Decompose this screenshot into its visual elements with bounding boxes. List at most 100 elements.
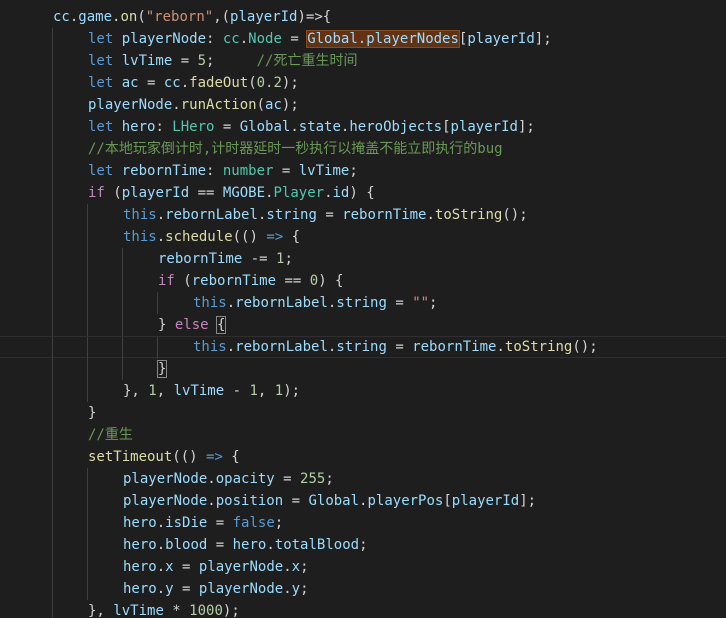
- code-token: heroObjects: [349, 119, 443, 135]
- code-text: let hero: LHero = Global.state.heroObjec…: [88, 116, 535, 138]
- code-token: }: [158, 317, 175, 333]
- code-token: playerNode: [198, 559, 284, 575]
- code-line[interactable]: setTimeout(() => {: [0, 446, 726, 468]
- code-text: let lvTime = 5; //死亡重生时间: [88, 50, 357, 72]
- code-token: ((): [172, 449, 207, 465]
- code-token: {: [222, 449, 240, 465]
- code-line[interactable]: let lvTime = 5; //死亡重生时间: [0, 50, 726, 72]
- indent-guide: [52, 337, 53, 359]
- code-token: playerId: [230, 9, 298, 25]
- code-token: .: [156, 537, 166, 553]
- code-token: =: [173, 559, 199, 575]
- code-line[interactable]: this.rebornLabel.string = rebornTime.toS…: [0, 204, 726, 226]
- code-token: rebornLabel: [165, 207, 258, 223]
- code-token: :: [206, 163, 223, 179]
- code-line[interactable]: //本地玩家倒计时,计时器延时一秒执行以掩盖不能立即执行的bug: [0, 138, 726, 160]
- code-line[interactable]: this.schedule(() => {: [0, 226, 726, 248]
- indent-guide: [87, 204, 88, 226]
- code-line[interactable]: playerNode.runAction(ac);: [0, 94, 726, 116]
- code-token: .: [324, 185, 333, 201]
- code-token: runAction: [180, 97, 257, 113]
- indent-guide: [52, 226, 53, 248]
- code-line[interactable]: let playerNode: cc.Node = Global.playerN…: [0, 28, 726, 50]
- code-line[interactable]: } else {: [0, 314, 726, 336]
- indent-guide: [52, 578, 53, 600]
- code-editor[interactable]: cc.game.on("reborn",(playerId)=>{let pla…: [0, 0, 726, 618]
- code-token: =: [386, 339, 413, 355]
- code-line[interactable]: this.rebornLabel.string = "";: [0, 292, 726, 314]
- code-token: .: [172, 97, 181, 113]
- code-line[interactable]: this.rebornLabel.string = rebornTime.toS…: [0, 336, 726, 359]
- code-token: .: [207, 493, 216, 509]
- code-token: ,: [156, 383, 174, 399]
- code-token: cc: [53, 9, 70, 25]
- code-token: ==: [189, 185, 223, 201]
- code-token: toString: [434, 207, 503, 223]
- code-token: (: [183, 273, 192, 289]
- code-text: if (rebornTime == 0) {: [158, 270, 343, 292]
- indent-guide: [87, 314, 88, 336]
- code-token: 5: [197, 53, 207, 69]
- indent-guide: [122, 337, 123, 359]
- code-token: (: [137, 9, 146, 25]
- code-line[interactable]: if (rebornTime == 0) {: [0, 270, 726, 292]
- code-token: 255: [300, 471, 326, 487]
- code-token: *: [163, 603, 190, 618]
- code-line[interactable]: }: [0, 358, 726, 380]
- code-token: this: [123, 207, 157, 223]
- code-token: playerPos: [367, 493, 444, 509]
- code-token: =: [138, 75, 164, 91]
- code-text: //本地玩家倒计时,计时器延时一秒执行以掩盖不能立即执行的bug: [88, 138, 503, 160]
- code-token: )=>{: [297, 9, 332, 25]
- code-line[interactable]: cc.game.on("reborn",(playerId)=>{: [0, 6, 726, 28]
- code-line[interactable]: hero.y = playerNode.y;: [0, 578, 726, 600]
- code-line[interactable]: playerNode.opacity = 255;: [0, 468, 726, 490]
- code-token: hero: [123, 559, 157, 575]
- code-token: "reborn": [145, 9, 214, 25]
- code-token: ) {: [318, 273, 344, 289]
- code-token: Node: [248, 31, 282, 47]
- code-text: }: [88, 402, 96, 424]
- code-line[interactable]: }, lvTime * 1000);: [0, 600, 726, 618]
- code-line[interactable]: hero.blood = hero.totalBlood;: [0, 534, 726, 556]
- code-token: position: [215, 493, 284, 509]
- code-token: let: [88, 119, 122, 135]
- code-text: }, lvTime * 1000);: [88, 600, 240, 618]
- code-token: }: [156, 360, 168, 378]
- code-line[interactable]: let hero: LHero = Global.state.heroObjec…: [0, 116, 726, 138]
- code-line[interactable]: hero.isDie = false;: [0, 512, 726, 534]
- code-line[interactable]: }: [0, 402, 726, 424]
- indent-guide: [87, 468, 88, 490]
- code-token: =: [274, 471, 301, 487]
- code-token: :: [206, 31, 223, 47]
- code-token: =: [281, 31, 308, 47]
- indent-guide: [52, 512, 53, 534]
- code-token: let: [88, 75, 122, 91]
- code-token: =: [316, 207, 343, 223]
- code-token: playerId: [451, 493, 520, 509]
- code-line[interactable]: rebornTime -= 1;: [0, 248, 726, 270]
- code-text: }, 1, lvTime - 1, 1);: [123, 380, 300, 402]
- code-token: =: [172, 53, 198, 69]
- code-line[interactable]: playerNode.position = Global.playerPos[p…: [0, 490, 726, 512]
- code-line[interactable]: }, 1, lvTime - 1, 1);: [0, 380, 726, 402]
- code-line[interactable]: hero.x = playerNode.x;: [0, 556, 726, 578]
- code-token: .: [283, 581, 292, 597]
- code-token: ) {: [349, 185, 375, 201]
- code-line[interactable]: let ac = cc.fadeOut(0.2);: [0, 72, 726, 94]
- code-line[interactable]: //重生: [0, 424, 726, 446]
- code-line[interactable]: if (playerId == MGOBE.Player.id) {: [0, 182, 726, 204]
- code-token: playerId: [121, 185, 190, 201]
- indent-guide: [52, 72, 53, 94]
- code-token: {: [283, 229, 301, 245]
- code-line[interactable]: let rebornTime: number = lvTime;: [0, 160, 726, 182]
- code-token: opacity: [215, 471, 275, 487]
- code-comment: //死亡重生时间: [256, 53, 358, 69]
- code-token: y: [291, 581, 301, 597]
- code-token: );: [222, 603, 240, 618]
- indent-guide: [52, 314, 53, 336]
- indent-guide: [87, 512, 88, 534]
- indent-guide: [52, 490, 53, 512]
- code-text: this.schedule(() => {: [123, 226, 300, 248]
- code-token: ];: [517, 119, 535, 135]
